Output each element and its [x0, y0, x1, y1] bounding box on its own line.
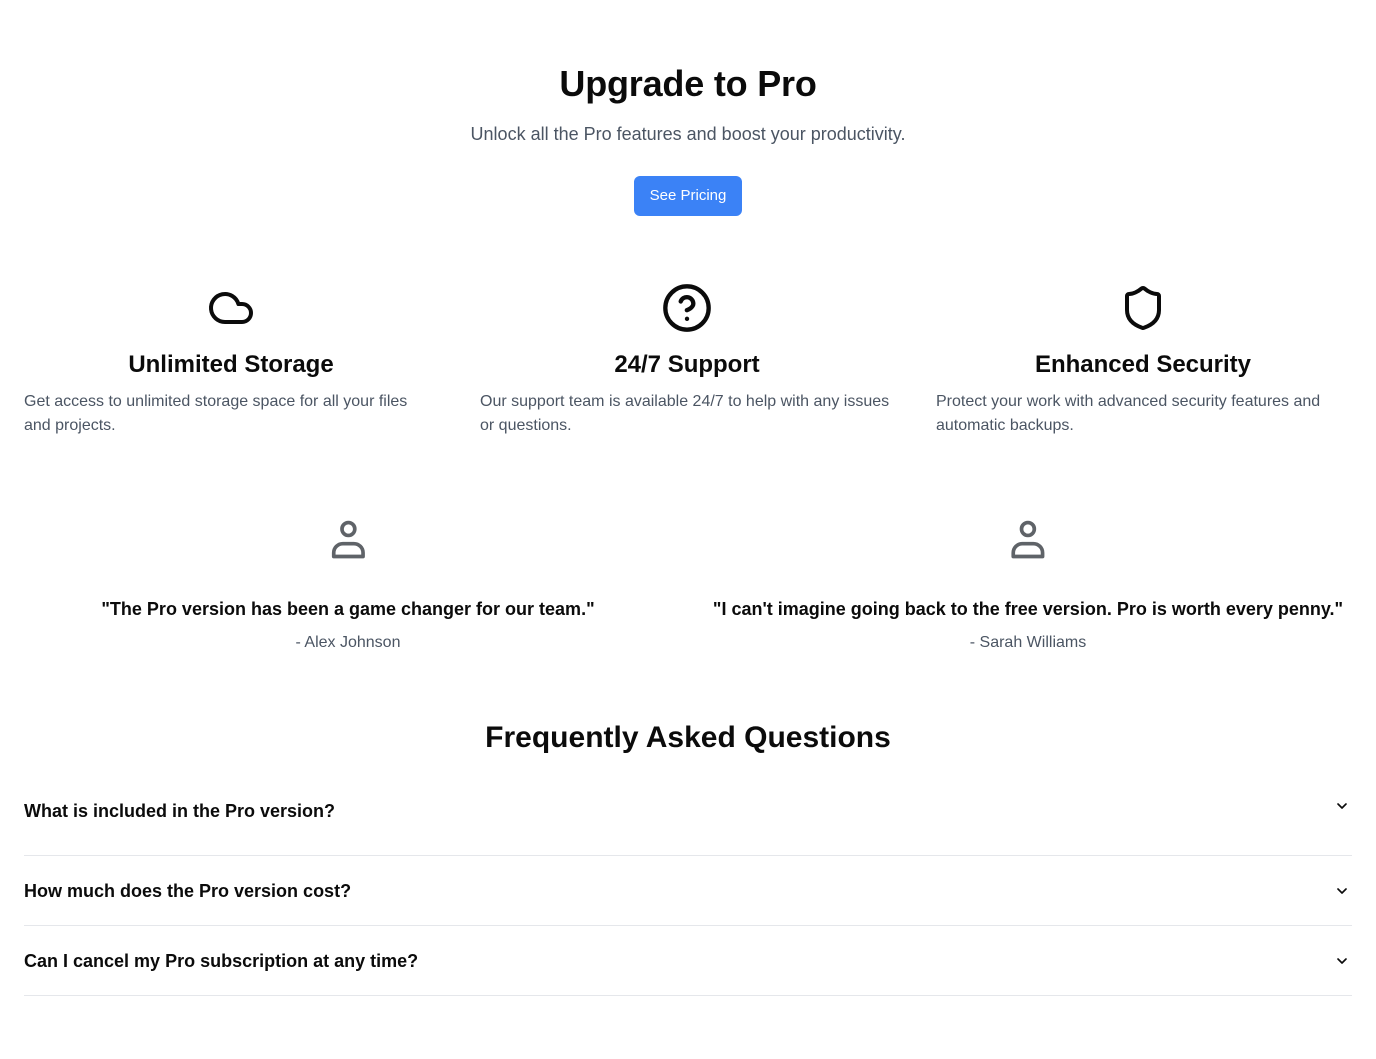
chevron-down-icon[interactable] [1334, 798, 1350, 814]
faq-section: Frequently Asked Questions What is inclu… [24, 716, 1352, 996]
hero-section: Upgrade to Pro Unlock all the Pro featur… [0, 58, 1376, 216]
feature-title: Enhanced Security [1034, 351, 1252, 378]
user-icon [101, 516, 594, 564]
faq-title: Frequently Asked Questions [485, 721, 891, 754]
feature-card-support: 24/7 Support Our support team is availab… [480, 282, 894, 438]
testimonials-section: "The Pro version has been a game changer… [0, 516, 1376, 666]
chevron-down-icon[interactable] [1334, 883, 1350, 899]
user-icon [713, 516, 1343, 564]
faq-item[interactable]: How much does the Pro version cost? [24, 856, 1352, 926]
feature-card-security: Enhanced Security Protect your work with… [936, 282, 1350, 438]
feature-title: 24/7 Support [614, 351, 760, 378]
feature-description: Get access to unlimited storage space fo… [24, 393, 408, 434]
testimonial-author: - Alex Johnson [295, 634, 401, 651]
help-circle-icon [480, 282, 894, 334]
feature-description: Protect your work with advanced security… [936, 393, 1321, 434]
faq-item[interactable]: What is included in the Pro version? [24, 792, 1352, 856]
shield-icon [936, 282, 1350, 334]
faq-question: Can I cancel my Pro subscription at any … [24, 950, 419, 971]
testimonial-card: "The Pro version has been a game changer… [101, 516, 595, 654]
faq-question: What is included in the Pro version? [24, 801, 336, 821]
cloud-icon [24, 282, 438, 334]
feature-description: Our support team is available 24/7 to he… [480, 393, 890, 434]
testimonial-quote: "The Pro version has been a game changer… [101, 599, 595, 619]
feature-card-storage: Unlimited Storage Get access to unlimite… [24, 282, 438, 438]
features-section: Unlimited Storage Get access to unlimite… [24, 282, 1352, 438]
faq-item[interactable]: Can I cancel my Pro subscription at any … [24, 926, 1352, 996]
faq-list: What is included in the Pro version? How… [24, 792, 1352, 996]
hero-subtitle: Unlock all the Pro features and boost yo… [470, 124, 906, 144]
testimonial-quote: "I can't imagine going back to the free … [712, 599, 1344, 619]
testimonial-card: "I can't imagine going back to the free … [713, 516, 1343, 654]
faq-question: How much does the Pro version cost? [24, 880, 352, 901]
chevron-down-icon[interactable] [1334, 953, 1350, 969]
see-pricing-button[interactable]: See Pricing [633, 176, 743, 216]
testimonial-author: - Sarah Williams [969, 634, 1087, 651]
page-title: Upgrade to Pro [559, 63, 817, 104]
feature-title: Unlimited Storage [128, 351, 334, 378]
upgrade-page: Upgrade to Pro Unlock all the Pro featur… [0, 0, 1376, 1059]
